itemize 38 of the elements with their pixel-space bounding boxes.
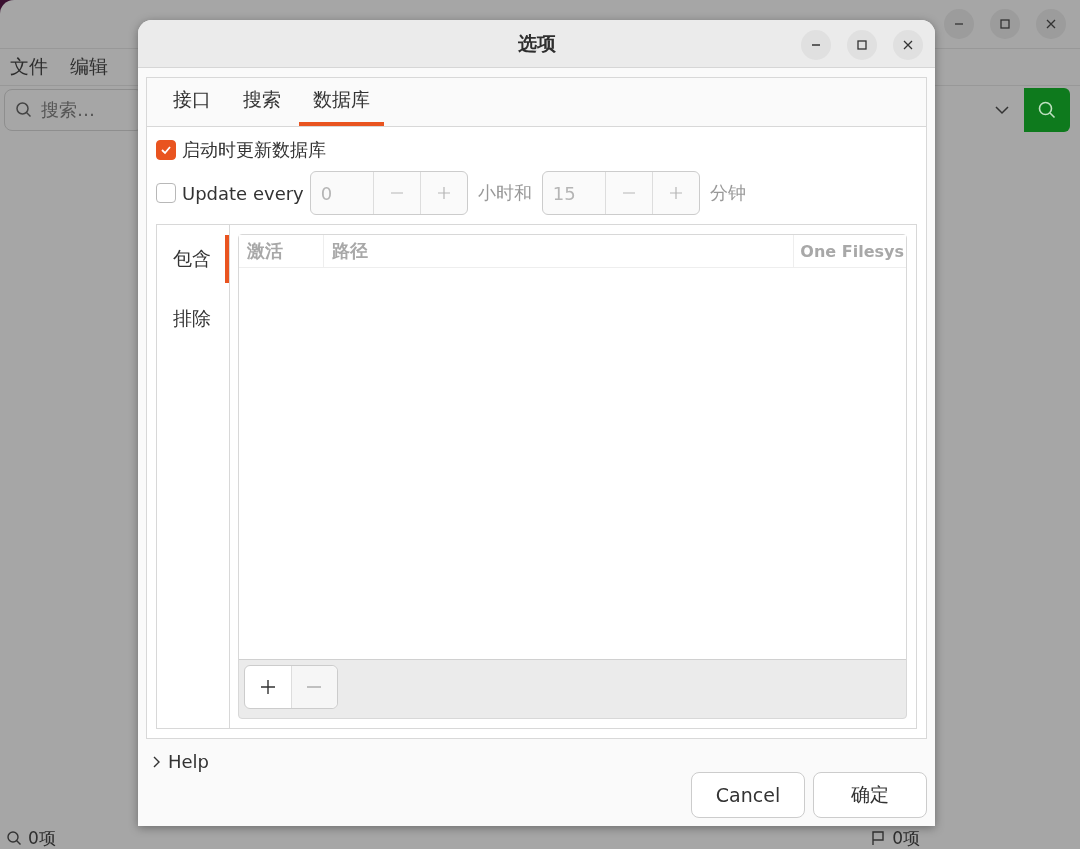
checkbox-label: Update every <box>182 182 304 204</box>
status-count: 0项 <box>28 826 56 849</box>
search-icon <box>6 830 22 846</box>
side-tab[interactable]: 排除 <box>157 295 229 343</box>
search-button[interactable] <box>1024 88 1070 132</box>
dialog-button[interactable]: Cancel <box>691 772 805 818</box>
tab[interactable]: 接口 <box>159 78 225 126</box>
close-button[interactable] <box>893 30 923 60</box>
maximize-icon <box>856 39 868 51</box>
unit-label: 小时和 <box>477 181 532 205</box>
plus-icon <box>668 186 683 200</box>
status-count: 0项 <box>892 826 920 849</box>
maximize-button[interactable] <box>847 30 877 60</box>
dialog-button[interactable]: 确定 <box>813 772 927 818</box>
unit-label: 分钟 <box>709 181 746 205</box>
maximize-button[interactable] <box>990 9 1020 39</box>
close-icon <box>902 39 914 51</box>
dropdown-caret-icon[interactable] <box>994 105 1010 115</box>
menu-item[interactable]: 文件 <box>10 54 48 80</box>
tab[interactable]: 搜索 <box>229 78 295 126</box>
search-icon <box>1037 100 1057 120</box>
maximize-icon <box>999 18 1011 30</box>
minimize-icon <box>954 23 964 25</box>
checkbox[interactable] <box>156 140 176 160</box>
search-icon <box>15 101 33 119</box>
chevron-right-icon <box>152 754 162 769</box>
close-button[interactable] <box>1036 9 1066 39</box>
help-expander[interactable]: Help <box>146 751 222 772</box>
flag-icon <box>870 830 887 846</box>
side-tab[interactable]: 包含 <box>157 235 229 283</box>
plus-icon <box>259 679 276 695</box>
dialog-title: 选项 <box>517 30 556 56</box>
minus-icon <box>306 686 323 688</box>
minimize-icon <box>811 44 821 46</box>
close-icon <box>1045 18 1057 30</box>
plus-icon <box>436 186 451 200</box>
checkbox-label: 启动时更新数据库 <box>182 138 326 162</box>
menu-item[interactable]: 编辑 <box>70 54 108 80</box>
